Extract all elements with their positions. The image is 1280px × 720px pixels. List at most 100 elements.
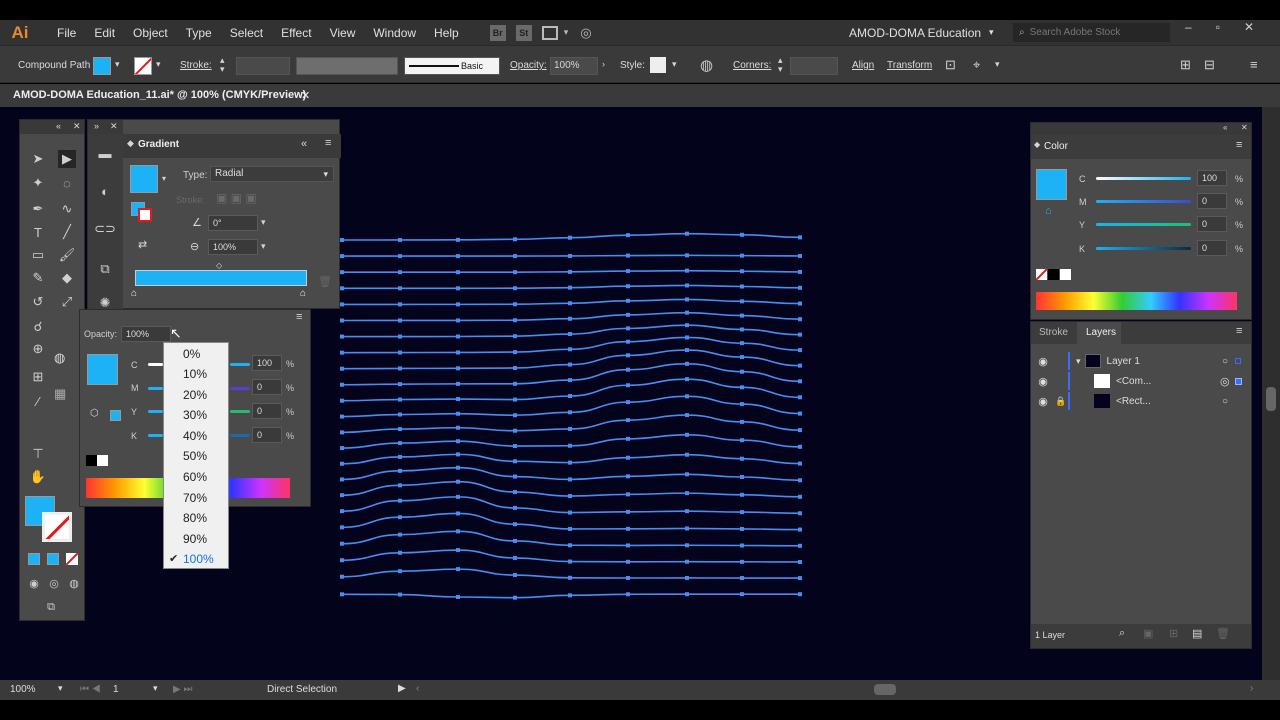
chevron-left-icon[interactable]: ‹: [416, 683, 419, 694]
bridge-icon[interactable]: Br: [489, 24, 506, 41]
anchor-point[interactable]: [740, 402, 744, 407]
anchor-point[interactable]: [513, 286, 517, 291]
anchor-point[interactable]: [740, 284, 744, 289]
aspect-field[interactable]: 100%: [208, 239, 258, 255]
anchor-point[interactable]: [513, 318, 517, 323]
none-mode-icon[interactable]: [66, 553, 78, 565]
anchor-point[interactable]: [685, 592, 689, 597]
stroke-none-swatch[interactable]: [134, 57, 152, 75]
anchor-point[interactable]: [513, 334, 517, 339]
anchor-point[interactable]: [798, 253, 802, 258]
anchor-point[interactable]: [513, 397, 517, 402]
anchor-point[interactable]: [513, 444, 517, 449]
anchor-point[interactable]: [340, 350, 344, 355]
transform-link[interactable]: Transform: [887, 60, 932, 71]
anchor-point[interactable]: [340, 477, 344, 482]
anchor-point[interactable]: [798, 494, 802, 499]
anchor-point[interactable]: [626, 284, 630, 289]
c-slider-right[interactable]: [230, 363, 250, 366]
draw-behind-icon[interactable]: ◎: [45, 574, 63, 592]
anchor-point[interactable]: [798, 527, 802, 532]
y-slider-right[interactable]: [230, 410, 250, 413]
m-slider-right[interactable]: [230, 387, 250, 390]
stroke-stepper[interactable]: ▴ ▾: [220, 56, 225, 74]
anchor-point[interactable]: [513, 350, 517, 355]
anchor-point[interactable]: [340, 366, 344, 371]
anchor-point[interactable]: [340, 382, 344, 387]
anchor-point[interactable]: [340, 558, 344, 563]
anchor-point[interactable]: [740, 341, 744, 346]
anchor-point[interactable]: [568, 253, 572, 258]
anchor-point[interactable]: [398, 334, 402, 339]
m-value[interactable]: 0: [1197, 193, 1227, 209]
anchor-point[interactable]: [740, 526, 744, 531]
hand-tool-icon[interactable]: ✋: [29, 468, 47, 486]
stroke-mini-swatch[interactable]: [138, 208, 152, 222]
opacity-option[interactable]: 0%: [164, 344, 228, 364]
anchor-point[interactable]: [568, 460, 572, 465]
anchor-point[interactable]: [685, 472, 689, 477]
anchor-point[interactable]: [398, 254, 402, 259]
anchor-point[interactable]: [685, 509, 689, 514]
anchor-point[interactable]: [568, 347, 572, 352]
anchor-point[interactable]: [568, 362, 572, 367]
menu-window[interactable]: Window: [364, 26, 425, 40]
collapse-icon[interactable]: «: [56, 121, 61, 131]
vertical-scrollbar[interactable]: [1262, 107, 1280, 680]
anchor-point[interactable]: [340, 398, 344, 403]
chevron-right-icon[interactable]: ›: [1250, 683, 1253, 694]
anchor-point[interactable]: [685, 361, 689, 366]
anchor-point[interactable]: [340, 237, 344, 242]
opacity-option[interactable]: 60%: [164, 467, 228, 487]
draw-normal-icon[interactable]: ◉: [25, 574, 43, 592]
tab-layers[interactable]: Layers: [1086, 327, 1116, 338]
opacity-option[interactable]: 70%: [164, 488, 228, 508]
swatches-icon[interactable]: ▦: [54, 386, 66, 402]
anchor-point[interactable]: [456, 286, 460, 291]
gradient-type-dropdown[interactable]: Radial ▾: [210, 166, 334, 182]
collapse-arrows-icon[interactable]: ◆: [127, 138, 134, 149]
c-value[interactable]: 100: [252, 355, 282, 371]
lock-icon[interactable]: 🔒: [1054, 396, 1068, 407]
anchor-point[interactable]: [513, 302, 517, 307]
pathfinder-icon[interactable]: ⧉: [96, 260, 114, 278]
anchor-point[interactable]: [513, 555, 517, 560]
anchor-point[interactable]: [340, 525, 344, 530]
anchor-point[interactable]: [798, 395, 802, 400]
anchor-point[interactable]: [740, 559, 744, 564]
fill-swatch[interactable]: [93, 57, 111, 75]
lasso-icon[interactable]: ◌: [58, 174, 76, 192]
c-slider[interactable]: [148, 363, 163, 366]
opacity-option[interactable]: 80%: [164, 508, 228, 528]
out-of-gamut-icon[interactable]: ⬡: [90, 408, 99, 419]
anchor-point[interactable]: [513, 538, 517, 543]
anchor-point[interactable]: [798, 576, 802, 581]
anchor-point[interactable]: [513, 254, 517, 259]
k-slider-right[interactable]: [230, 434, 250, 437]
minimize-icon[interactable]: –: [1185, 20, 1192, 34]
anchor-point[interactable]: [798, 428, 802, 433]
anchor-point[interactable]: [798, 235, 802, 240]
anchor-point[interactable]: [798, 317, 802, 322]
anchor-point[interactable]: [740, 355, 744, 360]
anchor-point[interactable]: [456, 254, 460, 259]
color-mode-icon[interactable]: [28, 553, 40, 565]
color-spectrum[interactable]: [1036, 292, 1237, 310]
anchor-point[interactable]: [513, 474, 517, 479]
panel-menu-icon[interactable]: ≡: [1250, 57, 1258, 72]
anchor-point[interactable]: [456, 237, 460, 242]
links-icon[interactable]: ⊂⊃: [94, 220, 116, 238]
anchor-point[interactable]: [685, 559, 689, 564]
anchor-point[interactable]: [340, 270, 344, 275]
anchor-point[interactable]: [740, 232, 744, 237]
panel-menu-icon[interactable]: ≡: [325, 137, 331, 149]
anchor-point[interactable]: [798, 332, 802, 337]
anchor-point[interactable]: [798, 543, 802, 548]
anchor-point[interactable]: [626, 233, 630, 238]
chevron-down-icon[interactable]: ▾: [58, 683, 63, 694]
anchor-point[interactable]: [340, 414, 344, 419]
anchor-point[interactable]: [456, 465, 460, 470]
clipping-mask-icon[interactable]: ▣: [1143, 627, 1153, 640]
gpu-performance-icon[interactable]: ◎: [580, 25, 591, 41]
anchor-point[interactable]: [456, 334, 460, 339]
